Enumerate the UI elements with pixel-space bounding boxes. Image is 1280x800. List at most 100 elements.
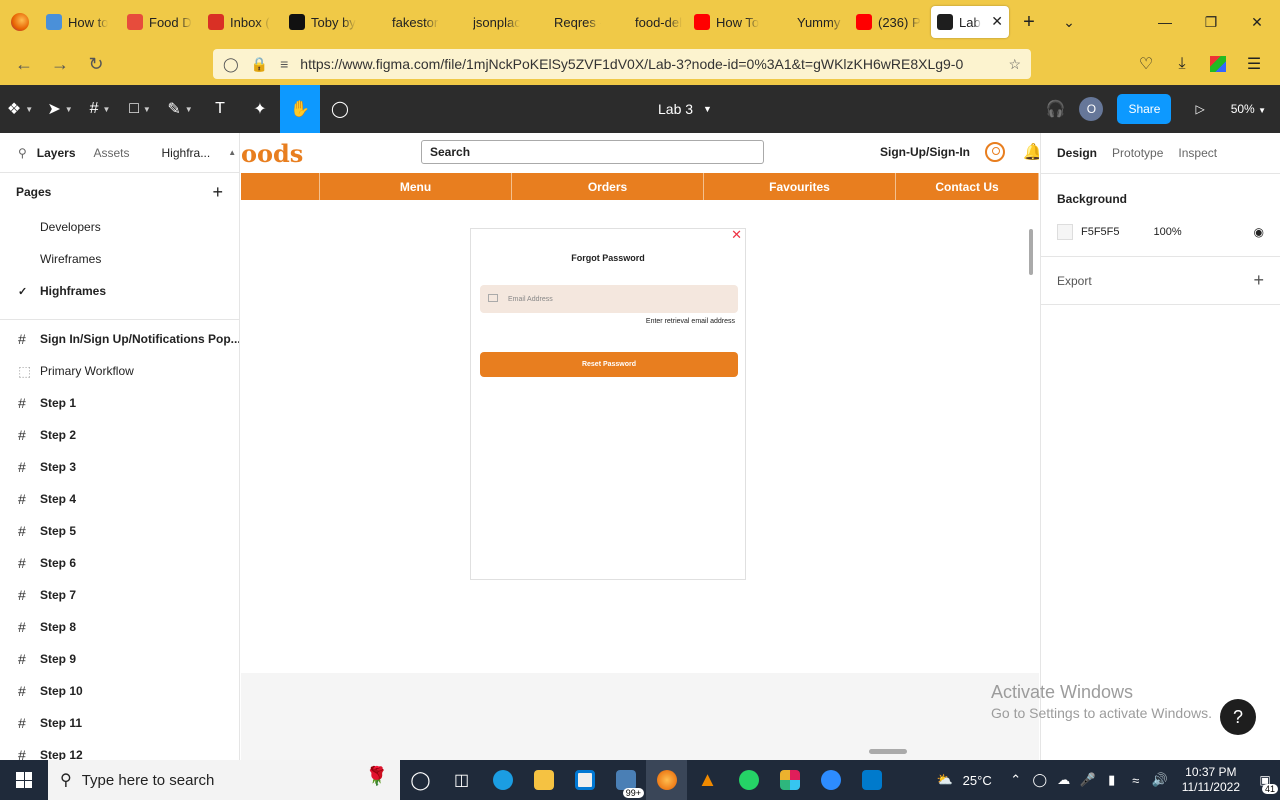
browser-tab[interactable]: Inbox ( — [202, 6, 283, 38]
audio-headphones-icon[interactable]: 🎧 — [1046, 99, 1066, 119]
avatar[interactable]: O — [1079, 97, 1104, 121]
figma-main-menu-icon[interactable]: ❖ ▼ — [0, 85, 40, 133]
close-icon[interactable]: ✕ — [731, 227, 742, 243]
browser-tab[interactable]: How To — [688, 6, 769, 38]
design-nav-item[interactable]: Orders — [512, 173, 704, 200]
tab-design[interactable]: Design — [1057, 146, 1097, 160]
layer-item[interactable]: # Step 2 — [0, 419, 239, 451]
back-button[interactable]: ← — [6, 47, 42, 83]
user-icon[interactable] — [985, 142, 1005, 162]
whatsapp-icon[interactable] — [728, 760, 769, 800]
tab-inspect[interactable]: Inspect — [1178, 146, 1217, 160]
browser-tab[interactable]: (236) P — [850, 6, 931, 38]
firefox-menu-icon[interactable] — [0, 0, 40, 44]
new-tab-button[interactable]: + — [1009, 0, 1049, 44]
page-item[interactable]: Developers — [0, 211, 239, 243]
color-swatch[interactable] — [1057, 224, 1073, 240]
layer-item[interactable]: # Step 6 — [0, 547, 239, 579]
frame-tool-icon[interactable]: # ▼ — [80, 85, 120, 133]
browser-tab[interactable]: food-delive — [607, 6, 688, 38]
layer-item[interactable]: # Step 7 — [0, 579, 239, 611]
reload-button[interactable]: ↻ — [78, 47, 114, 83]
browser-tab[interactable]: Reqres - A — [526, 6, 607, 38]
background-opacity[interactable]: 100% — [1154, 226, 1182, 238]
layer-item[interactable]: # Step 3 — [0, 451, 239, 483]
address-bar[interactable]: ◯ 🔒 ≡ https://www.figma.com/file/1mjNckP… — [213, 49, 1031, 79]
page-item[interactable]: ✓ Highframes — [0, 275, 239, 307]
layer-item[interactable]: # Step 9 — [0, 643, 239, 675]
maximize-button[interactable]: ❐ — [1188, 0, 1234, 44]
weather-icon[interactable]: ⛅ — [933, 772, 957, 788]
page-item[interactable]: Wireframes — [0, 243, 239, 275]
pocket-icon[interactable]: ♡ — [1128, 49, 1164, 79]
browser-tab[interactable]: Food D — [121, 6, 202, 38]
page-selector[interactable]: Highfra... — [162, 146, 211, 160]
pen-tool-icon[interactable]: ✎ ▼ — [160, 85, 200, 133]
task-view-icon[interactable]: ◫ — [441, 760, 482, 800]
text-tool-icon[interactable]: T — [200, 85, 240, 133]
notification-center-icon[interactable]: ▣ 41 — [1250, 760, 1280, 800]
layer-item[interactable]: # Step 5 — [0, 515, 239, 547]
taskbar-search[interactable]: ⚲ Type here to search 🌹 — [48, 760, 400, 800]
background-hex[interactable]: F5F5F5 — [1081, 226, 1120, 238]
layer-item[interactable]: # Step 1 — [0, 387, 239, 419]
mail-icon[interactable]: 99+ — [605, 760, 646, 800]
volume-icon[interactable]: 🔊 — [1148, 772, 1172, 788]
browser-tab[interactable]: jsonplaceho — [445, 6, 526, 38]
shield-icon[interactable]: ◯ — [223, 56, 239, 73]
wifi-icon[interactable]: ≈ — [1124, 773, 1148, 788]
onedrive-icon[interactable]: ☁ — [1052, 772, 1076, 788]
tab-layers[interactable]: Layers — [37, 146, 76, 160]
minimize-button[interactable]: — — [1142, 0, 1188, 44]
share-button[interactable]: Share — [1117, 94, 1172, 124]
tab-assets[interactable]: Assets — [94, 146, 130, 160]
visibility-eye-icon[interactable]: ◉ — [1254, 225, 1264, 239]
chevron-up-icon[interactable]: ⌃ — [1004, 772, 1028, 788]
edge-icon[interactable] — [482, 760, 523, 800]
battery-icon[interactable]: ▮ — [1100, 772, 1124, 788]
firefox-icon[interactable] — [646, 760, 687, 800]
start-button[interactable] — [0, 760, 48, 800]
extension-icon[interactable] — [1200, 49, 1236, 79]
downloads-icon[interactable]: ⤓ — [1164, 49, 1200, 79]
store-icon[interactable] — [564, 760, 605, 800]
email-field[interactable]: Email Address — [480, 285, 738, 313]
clock[interactable]: 10:37 PM 11/11/2022 — [1182, 765, 1240, 795]
forward-button[interactable]: → — [42, 47, 78, 83]
canvas[interactable]: oods Search Sign-Up/Sign-In 🔔 Menu Orders… — [241, 133, 1039, 760]
hand-tool-icon[interactable]: ✋ — [280, 85, 320, 133]
layer-item[interactable]: # Step 8 — [0, 611, 239, 643]
layer-item[interactable]: ⬚ Primary Workflow — [0, 355, 239, 387]
microphone-icon[interactable]: 🎤 — [1076, 772, 1100, 788]
file-explorer-icon[interactable] — [523, 760, 564, 800]
vertical-scrollbar[interactable] — [1029, 229, 1033, 275]
resources-icon[interactable]: ✦ — [240, 85, 280, 133]
lock-icon[interactable]: 🔒 — [251, 56, 268, 73]
cortana-icon[interactable]: ◯ — [400, 760, 441, 800]
browser-tab[interactable]: Toby by — [283, 6, 364, 38]
layer-item[interactable]: # Sign In/Sign Up/Notifications Pop... — [0, 323, 239, 355]
chevron-up-icon[interactable]: ▲ — [228, 148, 236, 157]
forgot-password-modal[interactable]: ✕ Forgot Password Email Address Enter re… — [470, 227, 746, 580]
close-window-button[interactable]: ✕ — [1234, 0, 1280, 44]
present-play-icon[interactable]: ▷ — [1195, 102, 1204, 116]
vscode-icon[interactable] — [851, 760, 892, 800]
layer-item[interactable]: # Step 12 — [0, 739, 239, 760]
design-logo[interactable]: oods — [241, 139, 303, 168]
bell-icon[interactable]: 🔔 — [1023, 142, 1039, 162]
bookmark-star-icon[interactable]: ☆ — [1008, 56, 1021, 73]
browser-tab[interactable]: How to — [40, 6, 121, 38]
search-icon[interactable]: ⚲ — [18, 146, 27, 160]
design-nav-item[interactable]: Contact Us — [896, 173, 1039, 200]
design-search-box[interactable]: Search — [421, 140, 764, 164]
design-nav-item[interactable]: Favourites — [704, 173, 896, 200]
reset-password-button[interactable]: Reset Password — [480, 352, 738, 377]
design-sign-link[interactable]: Sign-Up/Sign-In — [880, 145, 970, 159]
zoom-level[interactable]: 50% ▼ — [1231, 102, 1266, 116]
design-frame[interactable]: oods Search Sign-Up/Sign-In 🔔 Menu Orders… — [241, 133, 1039, 673]
help-button[interactable]: ? — [1220, 699, 1256, 735]
browser-tab[interactable]: Yummy for — [769, 6, 850, 38]
layer-item[interactable]: # Step 4 — [0, 483, 239, 515]
layer-item[interactable]: # Step 11 — [0, 707, 239, 739]
file-title[interactable]: Lab 3 ▼ — [658, 85, 712, 133]
